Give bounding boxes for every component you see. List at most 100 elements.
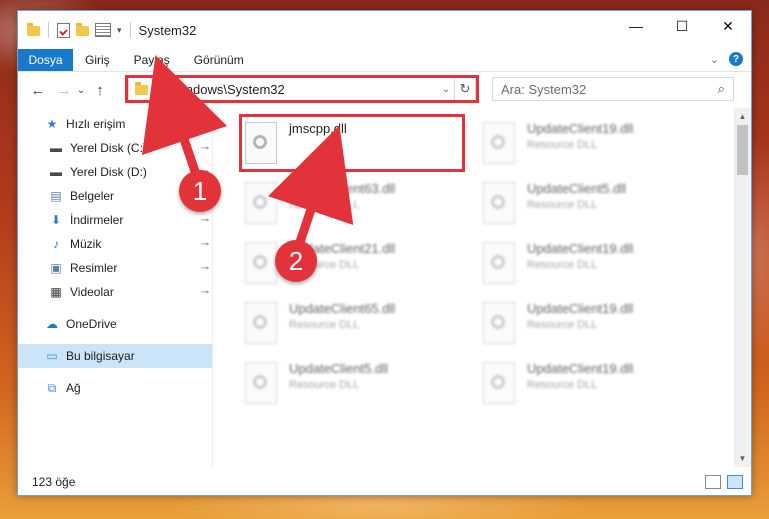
help-icon[interactable]: ?	[729, 52, 743, 66]
file-item[interactable]: UpdateClient21.dll Resource DLL	[241, 238, 461, 288]
sidebar-item[interactable]: ♪ Müzik ⊸	[18, 232, 213, 256]
forward-button[interactable]: →	[54, 82, 74, 99]
sidebar-item[interactable]: ☁ OneDrive	[18, 312, 213, 336]
pin-icon[interactable]: ⊸	[201, 263, 209, 274]
sidebar-item[interactable]: ▬ Yerel Disk (C:) ⊸	[18, 136, 213, 160]
scroll-up-icon[interactable]: ▲	[734, 108, 751, 125]
sidebar-item-label: Videolar	[70, 285, 114, 299]
file-item[interactable]: UpdateClient19.dll Resource DLL	[479, 118, 699, 168]
item-count: 123 öğe	[32, 475, 76, 489]
file-type: Resource DLL	[289, 379, 360, 391]
collapse-ribbon-icon[interactable]: ⌄	[710, 53, 719, 66]
tiles-view-icon[interactable]	[727, 475, 743, 489]
sidebar-item[interactable]: ▭ Bu bilgisayar	[18, 344, 213, 368]
dll-file-icon	[483, 362, 515, 404]
sidebar-item-icon: ▬	[50, 141, 62, 155]
sidebar-item[interactable]: ▦ Videolar ⊸	[18, 280, 213, 304]
file-item[interactable]: UpdateClient19.dll Resource DLL	[479, 298, 699, 348]
pin-icon[interactable]: ⊸	[201, 287, 209, 298]
sidebar-item-label: OneDrive	[66, 317, 117, 331]
recent-locations-icon[interactable]: ⌄	[74, 85, 88, 96]
scroll-down-icon[interactable]: ▼	[734, 450, 751, 467]
file-item[interactable]: UpdateClient63.dll Resource DLL	[241, 178, 461, 228]
properties-icon[interactable]	[57, 22, 70, 38]
sidebar-item-icon: ▦	[50, 285, 62, 299]
sidebar-item[interactable]: ⧉ Ağ	[18, 376, 213, 400]
separator	[48, 22, 49, 38]
file-type: Resource DLL	[527, 379, 598, 391]
file-explorer-window: ▾ System32 — ☐ ✕ Dosya Giriş Paylaş Görü…	[17, 10, 752, 496]
file-type: Resource DLL	[527, 319, 598, 331]
minimize-button[interactable]: —	[613, 11, 659, 41]
ribbon-tabs: Dosya Giriş Paylaş Görünüm ⌄ ?	[18, 49, 751, 72]
sidebar-item[interactable]: ★ Hızlı erişim	[18, 112, 213, 136]
file-name: UpdateClient63.dll	[289, 181, 396, 196]
file-type: Resource DLL	[527, 259, 598, 271]
search-placeholder: Ara: System32	[501, 81, 587, 97]
dll-file-icon	[483, 302, 515, 344]
navigation-pane: ★ Hızlı erişim ▬ Yerel Disk (C:) ⊸ ▬ Yerel Dis…	[18, 108, 213, 467]
search-box[interactable]: Ara: System32 ⌕	[492, 77, 734, 101]
back-button[interactable]: ←	[28, 82, 48, 99]
file-name: UpdateClient5.dll	[527, 181, 627, 196]
pin-icon[interactable]: ⊸	[201, 143, 209, 154]
file-type: Resource DLL	[289, 319, 360, 331]
file-name: UpdateClient19.dll	[527, 241, 634, 256]
close-button[interactable]: ✕	[705, 11, 751, 41]
file-item[interactable]: UpdateClient5.dll Resource DLL	[241, 358, 461, 408]
tab-home[interactable]: Giriş	[73, 49, 122, 71]
file-meta: UpdateClient19.dll Resource DLL	[527, 358, 633, 408]
sidebar-item-icon: ⬇	[50, 213, 62, 227]
tab-share[interactable]: Paylaş	[122, 49, 182, 71]
sidebar-item-icon: ♪	[53, 237, 59, 251]
sidebar-item-label: İndirmeler	[70, 213, 124, 227]
file-item[interactable]: UpdateClient65.dll Resource DLL	[241, 298, 461, 348]
file-item[interactable]: UpdateClient19.dll Resource DLL	[479, 358, 699, 408]
dll-file-icon	[483, 242, 515, 284]
vertical-scrollbar[interactable]: ▲ ▼	[734, 108, 751, 467]
sidebar-item[interactable]: ⬇ İndirmeler ⊸	[18, 208, 213, 232]
address-row: ← → ⌄ ↑ C:\Windows\System32 ⌄ ↻ Ara: Sys…	[18, 72, 751, 108]
sidebar-item-label: Ağ	[66, 381, 81, 395]
sidebar-item-label: Yerel Disk (D:)	[70, 165, 147, 179]
folder-icon[interactable]	[27, 23, 40, 36]
scroll-thumb[interactable]	[737, 125, 748, 175]
file-item[interactable]: UpdateClient5.dll Resource DLL	[479, 178, 699, 228]
sidebar-item-label: Resimler	[70, 261, 118, 275]
sidebar-item-label: Bu bilgisayar	[66, 349, 135, 363]
pin-icon[interactable]: ⊸	[201, 215, 209, 226]
sidebar-item-label: Hızlı erişim	[66, 117, 126, 131]
quick-access-toolbar: ▾	[27, 22, 133, 38]
maximize-button[interactable]: ☐	[659, 11, 705, 41]
ribbon-right: ⌄ ?	[710, 52, 743, 66]
file-item[interactable]: UpdateClient19.dll Resource DLL	[479, 238, 699, 288]
tab-file[interactable]: Dosya	[18, 49, 73, 71]
sidebar-item-icon: ▭	[46, 349, 58, 363]
pin-icon[interactable]: ⊸	[201, 239, 209, 250]
view-switcher	[705, 475, 743, 489]
dll-file-icon	[483, 122, 515, 164]
new-folder-icon[interactable]	[76, 23, 89, 36]
window-controls: — ☐ ✕	[613, 11, 751, 41]
file-list: ▲ ▼ jmscpp.dll UpdateClient19.dll Resource…	[213, 108, 751, 467]
separator	[129, 22, 131, 38]
callout-step-one: 1	[179, 170, 221, 212]
dll-file-icon	[245, 302, 277, 344]
search-icon[interactable]: ⌕	[718, 81, 725, 97]
file-type: Resource DLL	[289, 199, 360, 211]
customize-chevron-icon[interactable]: ▾	[117, 25, 122, 36]
sidebar-item-icon: ▣	[50, 261, 62, 275]
sidebar-item-label: Belgeler	[70, 189, 115, 203]
view-icon[interactable]	[95, 23, 111, 37]
callout-step-two: 2	[275, 240, 317, 282]
up-button[interactable]: ↑	[90, 82, 110, 99]
sidebar-item-icon: ★	[46, 117, 58, 131]
file-type: Resource DLL	[527, 139, 598, 151]
file-meta: UpdateClient19.dll Resource DLL	[527, 118, 633, 168]
details-view-icon[interactable]	[705, 475, 721, 489]
file-name: UpdateClient19.dll	[527, 301, 634, 316]
file-name: UpdateClient65.dll	[289, 301, 396, 316]
file-type: Resource DLL	[527, 199, 598, 211]
sidebar-item[interactable]: ▣ Resimler ⊸	[18, 256, 213, 280]
tab-view[interactable]: Görünüm	[182, 49, 256, 71]
